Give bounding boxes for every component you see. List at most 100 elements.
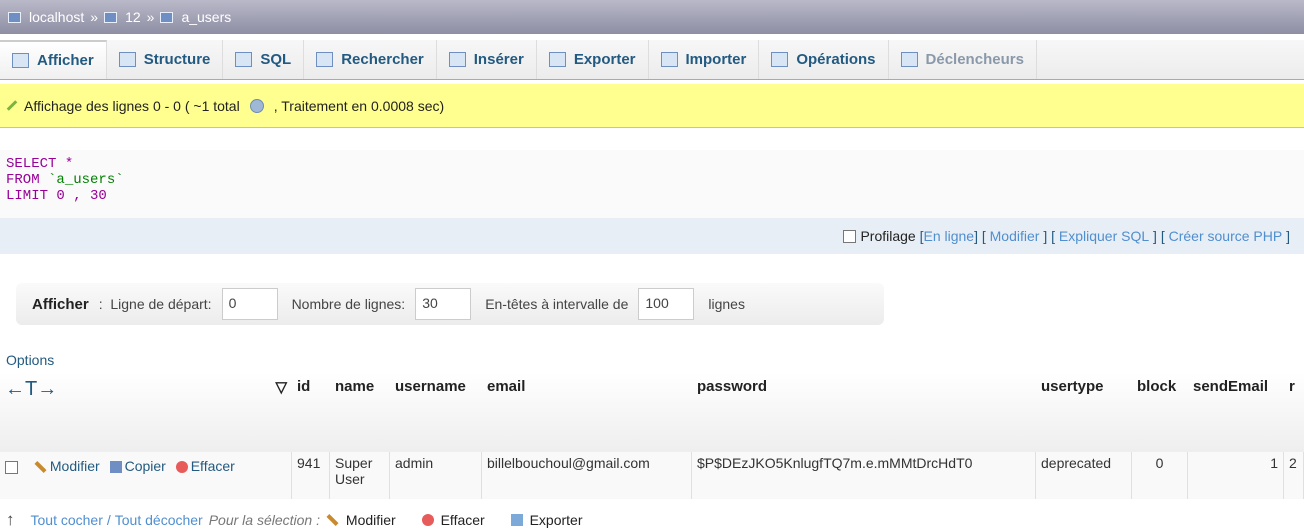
operations-icon: [771, 52, 789, 67]
help-icon[interactable]: [249, 98, 264, 113]
cell-sendemail: 1: [1188, 452, 1284, 499]
cell-usertype: deprecated: [1036, 452, 1132, 499]
column-header-username[interactable]: username: [390, 372, 482, 452]
tab-importer[interactable]: Importer: [649, 40, 760, 79]
tab-label: Structure: [143, 51, 211, 68]
action-header: ←T→ ▽: [0, 372, 292, 452]
tab-declencheurs[interactable]: Déclencheurs: [889, 40, 1037, 79]
tab-afficher[interactable]: Afficher: [0, 40, 107, 79]
bulk-export-label: Exporter: [529, 512, 583, 528]
rows-count-label: Nombre de lignes:: [291, 296, 406, 312]
tab-label: SQL: [260, 51, 292, 68]
delete-icon: [175, 461, 188, 474]
edit-query-link[interactable]: Modifier: [990, 228, 1040, 244]
structure-icon: [118, 52, 136, 67]
database-icon: [104, 11, 118, 23]
column-header-sendemail[interactable]: sendEmail: [1188, 372, 1284, 452]
sql-limit-values: 0 , 30: [48, 188, 107, 204]
navigation-bar: Afficher: Ligne de départ: 0 Nombre de l…: [16, 283, 884, 325]
column-header-password[interactable]: password: [692, 372, 1036, 452]
profiling-checkbox[interactable]: [843, 229, 857, 243]
inline-edit-link[interactable]: En ligne: [923, 228, 974, 244]
cell-block: 0: [1132, 452, 1188, 499]
row-copy-link[interactable]: Copier: [125, 458, 166, 474]
selection-label: Pour la sélection :: [208, 512, 321, 528]
cell-truncated: 2: [1284, 452, 1304, 499]
notice-prefix: Affichage des lignes 0 - 0 ( ~1 total: [24, 97, 240, 114]
cell-name: Super User: [330, 452, 390, 499]
tab-operations[interactable]: Opérations: [759, 40, 889, 79]
sql-keyword: LIMIT: [6, 188, 49, 204]
column-header-block[interactable]: block: [1132, 372, 1188, 452]
explain-sql-link[interactable]: Expliquer SQL: [1059, 228, 1149, 244]
show-button[interactable]: Afficher: [32, 296, 89, 313]
lines-label: lignes: [708, 296, 745, 312]
column-header-email[interactable]: email: [482, 372, 692, 452]
arrow-up-icon: ↑: [6, 510, 15, 529]
browse-icon: [12, 53, 29, 68]
row-delete-link[interactable]: Effacer: [191, 458, 235, 474]
sql-keyword: SELECT: [6, 156, 57, 172]
check-all-link[interactable]: Tout cocher: [31, 512, 103, 528]
insert-icon: [448, 52, 466, 67]
sql-text: *: [56, 156, 74, 172]
sql-icon: [235, 52, 253, 67]
headers-interval-input[interactable]: 100: [638, 288, 695, 320]
options-link[interactable]: Options: [6, 352, 54, 368]
column-header-usertype[interactable]: usertype: [1036, 372, 1132, 452]
create-php-link[interactable]: Créer source PHP: [1169, 228, 1283, 244]
bulk-edit-label: Modifier: [345, 512, 396, 528]
breadcrumb-server[interactable]: localhost: [29, 9, 84, 25]
separator: /: [106, 512, 111, 528]
column-header-name[interactable]: name: [330, 372, 390, 452]
table-icon: [160, 11, 174, 23]
bulk-delete-label: Effacer: [440, 512, 485, 528]
sql-query-box: SELECT * FROM `a_users` LIMIT 0 , 30: [0, 150, 1304, 218]
cell-id: 941: [292, 452, 330, 499]
cell-username: admin: [390, 452, 482, 499]
tab-label: Importer: [685, 51, 747, 68]
breadcrumb-database[interactable]: 12: [125, 9, 141, 25]
export-icon: [510, 514, 523, 526]
cell-email: billelbouchoul@gmail.com: [482, 452, 692, 499]
row-checkbox[interactable]: [5, 460, 18, 474]
tab-rechercher[interactable]: Rechercher: [304, 40, 437, 79]
edit-icon: [326, 513, 339, 527]
headers-interval-label: En-têtes à intervalle de: [485, 296, 629, 312]
triggers-icon: [900, 52, 918, 67]
row-actions: Modifier Copier Effacer: [0, 452, 292, 499]
column-header-truncated[interactable]: r: [1284, 372, 1304, 452]
sort-arrow-icon[interactable]: ▽: [275, 378, 287, 396]
tab-sql[interactable]: SQL: [223, 40, 305, 79]
tab-structure[interactable]: Structure: [107, 40, 224, 79]
tab-bar: Afficher Structure SQL Rechercher Insére…: [0, 40, 1304, 80]
breadcrumb: localhost » 12 » a_users: [0, 0, 1304, 34]
tab-inserer[interactable]: Insérer: [437, 40, 537, 79]
cell-password: $P$DEzJKO5KnlugfTQ7m.e.mMMtDrcHdT0: [692, 452, 1036, 499]
breadcrumb-separator: »: [146, 9, 155, 25]
tab-label: Afficher: [37, 52, 94, 69]
success-icon: [6, 100, 18, 111]
results-table: ←T→ ▽ id name username email password us…: [0, 372, 1304, 499]
sql-table-name: `a_users`: [39, 172, 124, 188]
tab-label: Déclencheurs: [925, 51, 1024, 68]
uncheck-all-link[interactable]: Tout décocher: [115, 512, 203, 528]
bulk-edit-button[interactable]: Modifier: [326, 512, 396, 528]
bulk-export-button[interactable]: Exporter: [510, 512, 583, 528]
bulk-actions-bar: ↑ Tout cocher / Tout décocher Pour la sé…: [0, 510, 1304, 530]
bulk-delete-button[interactable]: Effacer: [421, 512, 485, 528]
start-row-input[interactable]: 0: [221, 288, 278, 320]
search-icon: [316, 52, 334, 67]
row-edit-link[interactable]: Modifier: [50, 458, 100, 474]
column-header-id[interactable]: id: [292, 372, 330, 452]
export-icon: [548, 52, 566, 67]
tab-label: Insérer: [473, 51, 524, 68]
server-icon: [8, 11, 21, 23]
rows-count-input[interactable]: 30: [415, 288, 472, 320]
breadcrumb-table[interactable]: a_users: [181, 9, 231, 25]
tab-exporter[interactable]: Exporter: [537, 40, 649, 79]
profiling-label: Profilage: [860, 228, 916, 244]
breadcrumb-separator: »: [90, 9, 99, 25]
tab-label: Rechercher: [341, 51, 424, 68]
expand-columns-icon[interactable]: ←T→: [5, 378, 57, 400]
